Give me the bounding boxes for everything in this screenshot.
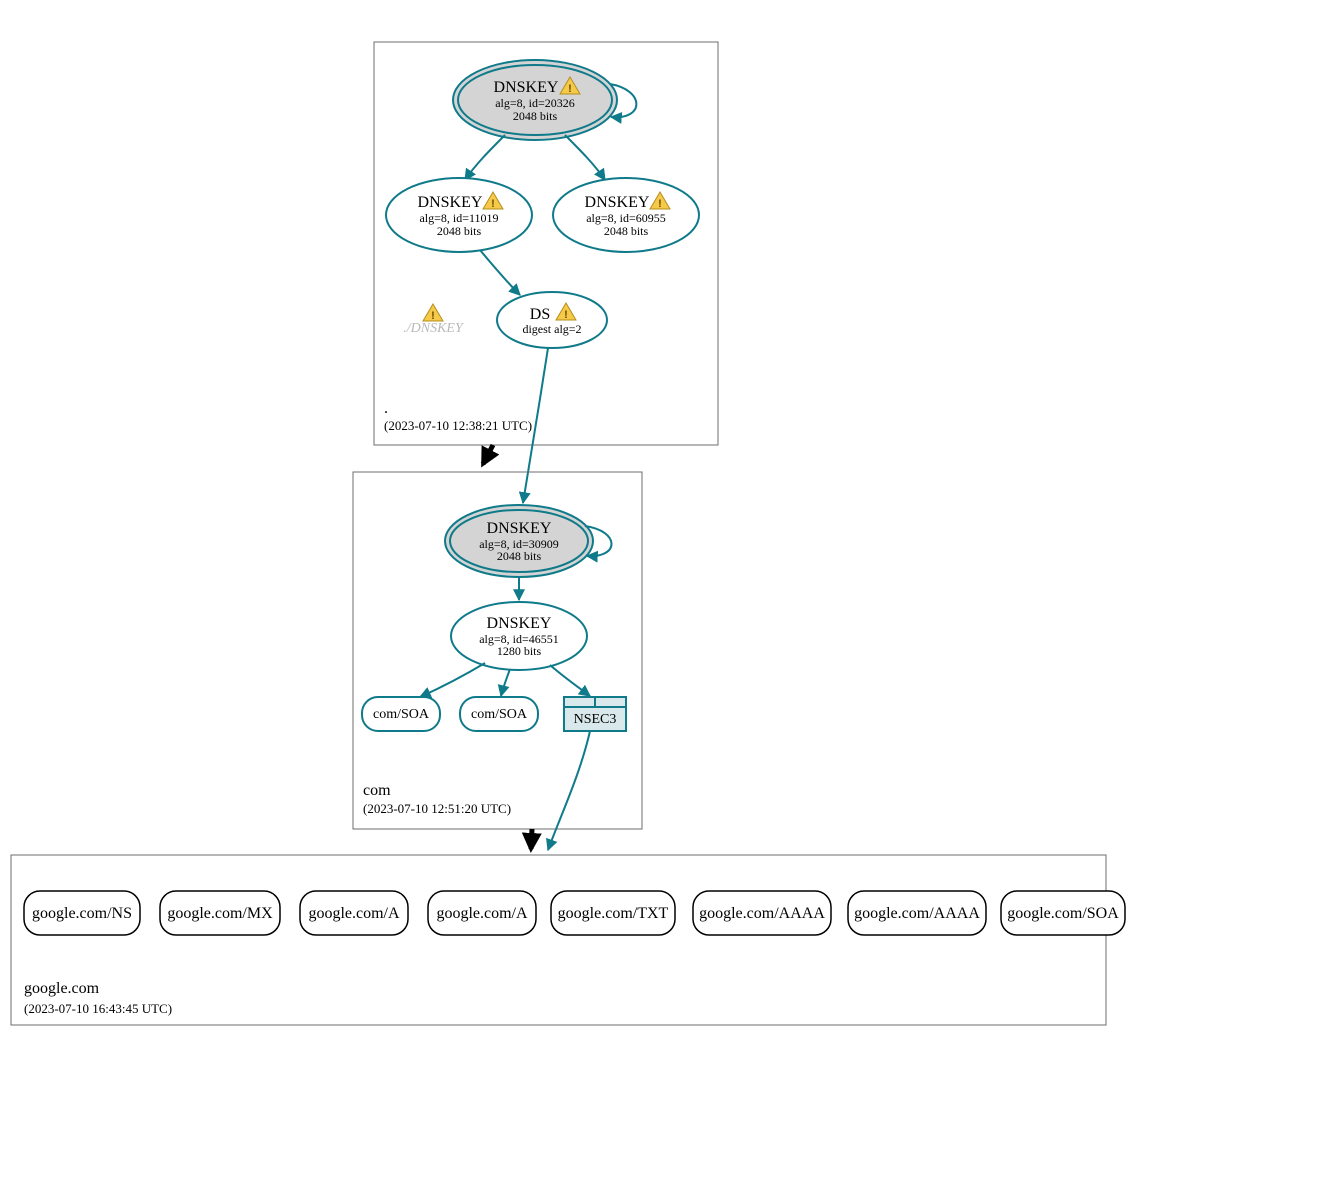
svg-text:DS: DS	[530, 306, 550, 323]
root-zsk-right-title: DNSKEY	[585, 194, 650, 211]
google-record-a-2[interactable]: google.com/A	[428, 891, 536, 935]
svg-text:google.com/MX: google.com/MX	[167, 905, 273, 922]
google-record-aaaa-2[interactable]: google.com/AAAA	[848, 891, 986, 935]
google-record-mx[interactable]: google.com/MX	[160, 891, 280, 935]
com-soa-2[interactable]: com/SOA	[460, 697, 538, 731]
svg-text:google.com/A: google.com/A	[436, 905, 528, 922]
com-soa-1[interactable]: com/SOA	[362, 697, 440, 731]
edge-com-zsk-to-nsec3	[550, 665, 590, 696]
root-ksk-node[interactable]: DNSKEY alg=8, id=20326 2048 bits	[453, 60, 617, 140]
com-zsk-node[interactable]: DNSKEY alg=8, id=46551 1280 bits	[451, 602, 587, 670]
google-record-soa[interactable]: google.com/SOA	[1001, 891, 1125, 935]
svg-text:google.com/AAAA: google.com/AAAA	[699, 905, 825, 922]
svg-text:DNSKEY: DNSKEY	[585, 194, 650, 211]
edge-nsec3-to-google	[548, 731, 590, 850]
google-record-txt[interactable]: google.com/TXT	[551, 891, 675, 935]
edge-root-ksk-to-zsk-left	[465, 135, 505, 180]
root-zsk-right-alg: alg=8, id=60955	[586, 211, 666, 225]
root-ds-node[interactable]: DS digest alg=2	[497, 292, 607, 348]
com-nsec3[interactable]: NSEC3	[564, 697, 626, 731]
com-ksk-node[interactable]: DNSKEY alg=8, id=30909 2048 bits	[445, 505, 593, 577]
google-record-ns[interactable]: google.com/NS	[24, 891, 140, 935]
edge-zone-root-to-com	[483, 445, 493, 464]
edge-root-ksk-to-zsk-right	[565, 135, 605, 180]
svg-text:google.com/TXT: google.com/TXT	[558, 905, 669, 922]
zone-google-timestamp: (2023-07-10 16:43:45 UTC)	[24, 1001, 172, 1016]
root-zsk-left-alg: alg=8, id=11019	[419, 211, 498, 225]
zone-root-label: .	[384, 400, 388, 417]
zone-root-timestamp: (2023-07-10 12:38:21 UTC)	[384, 418, 532, 433]
google-record-a-1[interactable]: google.com/A	[300, 891, 408, 935]
edge-root-zsk-to-ds	[480, 250, 520, 295]
edge-zone-com-to-google	[531, 829, 532, 849]
com-ksk-bits: 2048 bits	[497, 549, 542, 563]
warning-icon	[423, 304, 443, 322]
zone-com-timestamp: (2023-07-10 12:51:20 UTC)	[363, 801, 511, 816]
com-zsk-title: DNSKEY	[487, 615, 552, 632]
edge-com-zsk-to-soa2	[501, 669, 510, 696]
zone-google-label: google.com	[24, 980, 100, 997]
svg-text:NSEC3: NSEC3	[574, 712, 617, 727]
root-zsk-right-bits: 2048 bits	[604, 224, 649, 238]
svg-text:google.com/AAAA: google.com/AAAA	[854, 905, 980, 922]
com-ksk-title: DNSKEY	[487, 520, 552, 537]
root-ksk-alg: alg=8, id=20326	[495, 96, 575, 110]
zone-root: . (2023-07-10 12:38:21 UTC) DNSKEY alg=8…	[374, 42, 718, 445]
com-zsk-bits: 1280 bits	[497, 644, 542, 658]
zone-google: google.com (2023-07-10 16:43:45 UTC) goo…	[11, 855, 1125, 1025]
zone-com: com (2023-07-10 12:51:20 UTC) DNSKEY alg…	[353, 472, 642, 829]
svg-text:com/SOA: com/SOA	[373, 707, 430, 722]
root-ksk-bits: 2048 bits	[513, 109, 558, 123]
svg-text:com/SOA: com/SOA	[471, 707, 528, 722]
root-ds-title: DS	[530, 306, 550, 323]
svg-text:./DNSKEY: ./DNSKEY	[403, 321, 465, 336]
root-ksk-title: DNSKEY	[494, 79, 559, 96]
svg-text:DNSKEY: DNSKEY	[418, 194, 483, 211]
svg-text:google.com/NS: google.com/NS	[32, 905, 132, 922]
root-zsk-left-title: DNSKEY	[418, 194, 483, 211]
root-zsk-left-bits: 2048 bits	[437, 224, 482, 238]
svg-text:google.com/A: google.com/A	[308, 905, 400, 922]
root-ds-digest: digest alg=2	[522, 322, 581, 336]
zone-com-label: com	[363, 782, 391, 799]
root-ghost-dnskey: ./DNSKEY	[403, 304, 465, 336]
root-zsk-left-node[interactable]: DNSKEY alg=8, id=11019 2048 bits	[386, 178, 532, 252]
google-record-aaaa-1[interactable]: google.com/AAAA	[693, 891, 831, 935]
svg-text:google.com/SOA: google.com/SOA	[1007, 905, 1119, 922]
svg-text:DNSKEY: DNSKEY	[494, 79, 559, 96]
root-zsk-right-node[interactable]: DNSKEY alg=8, id=60955 2048 bits	[553, 178, 699, 252]
edge-com-zsk-to-soa1	[420, 663, 485, 697]
